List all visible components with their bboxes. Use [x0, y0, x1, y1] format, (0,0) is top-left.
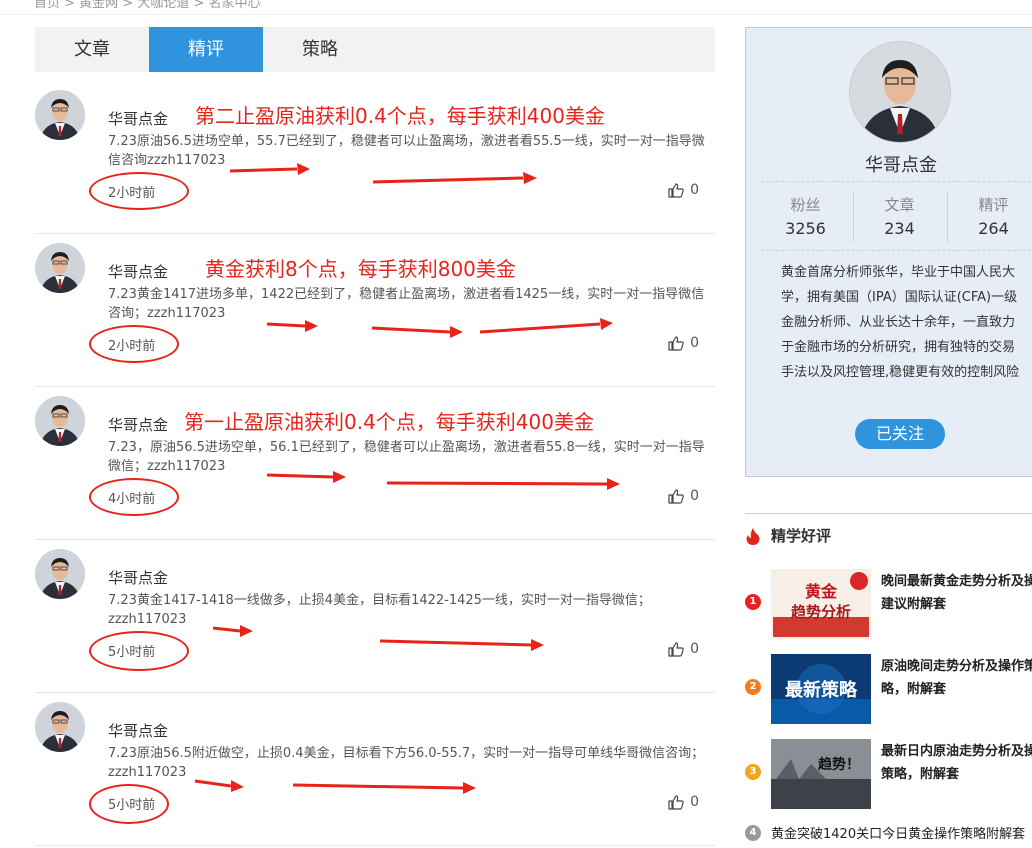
post-item[interactable]: 华哥点金 7.23原油56.5附近做空，止损0.4美金，目标看下方56.0-55… — [35, 692, 715, 846]
thumb-text: 黄金 — [805, 582, 838, 601]
recommended-item[interactable]: 2 最新策略 原油晚间走势分析及操作策略，附解套 — [745, 654, 1032, 726]
annotation-arrows — [212, 625, 544, 651]
thumb-text: 趋势！ — [818, 756, 860, 773]
follow-button[interactable]: 已关注 — [855, 419, 945, 449]
tab-strategy[interactable]: 策略 — [263, 27, 377, 72]
profile-bio: 黄金首席分析师张华，毕业于中国人民大学，拥有美国（IPA）国际认证(CFA)一级… — [781, 265, 1020, 380]
thumb-text: 最新策略 — [785, 679, 858, 701]
stat-value: 264 — [978, 219, 1009, 238]
rank-badge: 1 — [745, 594, 761, 610]
section-title: 精学好评 — [771, 527, 832, 545]
tab-articles[interactable]: 文章 — [35, 27, 149, 72]
flame-icon — [746, 527, 760, 545]
divider — [0, 14, 1032, 15]
divider — [761, 250, 1031, 251]
author-profile-card: 华哥点金 粉丝 3256 文章 234 精评 264 黄金首席分析师张华，毕业于… — [745, 27, 1032, 477]
tab-bar: 文章 精评 策略 — [35, 27, 715, 72]
recommended-title[interactable]: 最新日内原油走势分析及操作策略，附解套 — [881, 740, 1032, 788]
thumbnail[interactable]: 最新策略 — [771, 654, 871, 724]
tab-reviews[interactable]: 精评 — [149, 27, 263, 72]
recommended-title[interactable]: 晚间最新黄金走势分析及操作建议附解套 — [881, 570, 1032, 618]
divider — [745, 513, 1032, 514]
section-header: 精学好评 — [745, 525, 831, 546]
recommended-item[interactable]: 1 黄金趋势分析 晚间最新黄金走势分析及操作建议附解套 — [745, 569, 1032, 641]
thumbnail[interactable]: 趋势！ — [771, 739, 871, 809]
stat-value: 234 — [884, 219, 915, 238]
post-item[interactable]: 华哥点金 黄金获利8个点，每手获利800美金 7.23黄金1417进场多单，14… — [35, 233, 715, 387]
annotation-arrows — [266, 318, 613, 338]
stat-label: 粉丝 — [790, 196, 821, 214]
recommended-item[interactable]: 4 黄金突破1420关口今日黄金操作策略附解套 — [745, 823, 1025, 842]
divider — [761, 181, 1031, 182]
recommended-item[interactable]: 3 趋势！ 最新日内原油走势分析及操作策略，附解套 — [745, 739, 1032, 811]
rank-badge: 4 — [745, 824, 761, 841]
profile-name[interactable]: 华哥点金 — [746, 151, 1032, 177]
stat-label: 文章 — [884, 196, 915, 214]
stat-reviews[interactable]: 精评 264 — [946, 194, 1032, 238]
breadcrumb[interactable]: 首页 > 黄金网 > 大咖论道 > 名家中心 — [34, 0, 260, 11]
stat-label: 精评 — [978, 196, 1009, 214]
recommended-title[interactable]: 原油晚间走势分析及操作策略，附解套 — [881, 655, 1032, 703]
annotation-arrows — [194, 779, 476, 794]
stat-articles[interactable]: 文章 234 — [852, 194, 947, 238]
annotation-arrows — [266, 471, 620, 490]
post-item[interactable]: 华哥点金 第一止盈原油获利0.4个点，每手获利400美金 7.23，原油56.5… — [35, 386, 715, 540]
stat-value: 3256 — [785, 219, 826, 238]
annotation-arrows — [229, 163, 537, 184]
profile-avatar[interactable] — [849, 41, 951, 143]
post-item[interactable]: 华哥点金 第二止盈原油获利0.4个点，每手获利400美金 7.23原油56.5进… — [35, 80, 715, 234]
rank-badge: 2 — [745, 679, 761, 695]
stat-fans[interactable]: 粉丝 3256 — [758, 194, 853, 238]
recommended-title[interactable]: 黄金突破1420关口今日黄金操作策略附解套 — [771, 823, 1025, 842]
post-item[interactable]: 华哥点金 7.23黄金1417-1418一线做多，止损4美金，目标看1422-1… — [35, 539, 715, 693]
thumb-text: 趋势分析 — [791, 603, 851, 621]
rank-badge: 3 — [745, 764, 761, 780]
thumbnail[interactable]: 黄金 趋势分析 — [771, 569, 871, 639]
